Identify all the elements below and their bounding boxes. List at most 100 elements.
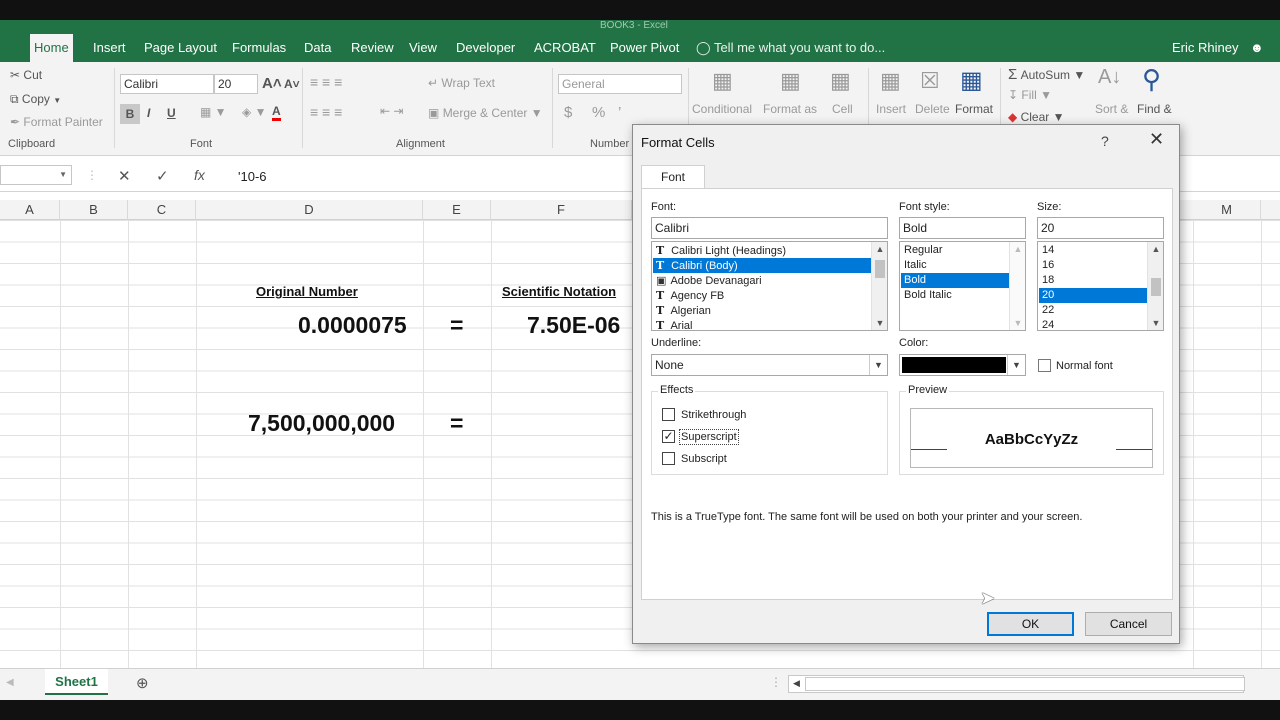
scroll-down-icon[interactable]: ▼	[872, 318, 887, 328]
scroll-down-icon[interactable]: ▼	[1010, 318, 1025, 328]
ok-button[interactable]: OK	[987, 612, 1074, 636]
cell-d-header[interactable]: Original Number	[256, 284, 358, 299]
align-left-icon[interactable]: ≡ ≡ ≡	[310, 104, 342, 120]
comma-button[interactable]: ’	[618, 104, 621, 121]
clear-button[interactable]: ◆ Clear ▼	[1008, 110, 1064, 124]
delete-cells-icon[interactable]: ☒	[920, 68, 940, 94]
font-list-item[interactable]: T Arial	[653, 318, 871, 330]
normal-font-checkbox[interactable]	[1038, 359, 1051, 372]
font-color-icon[interactable]: A	[272, 104, 281, 121]
borders-icon[interactable]: ▦ ▼	[200, 105, 227, 119]
conditional-formatting-button[interactable]: Conditional	[692, 102, 752, 116]
strikethrough-checkbox[interactable]	[662, 408, 675, 421]
font-style-input[interactable]: Bold	[899, 217, 1026, 239]
column-header-f[interactable]: F	[491, 200, 632, 220]
magnifier-icon[interactable]: ⚲	[1142, 64, 1161, 95]
font-list-item[interactable]: T Calibri Light (Headings)	[653, 243, 871, 258]
tab-power-pivot[interactable]: Power Pivot	[606, 34, 683, 62]
bold-button[interactable]: B	[120, 104, 140, 124]
font-name-box[interactable]: Calibri	[120, 74, 214, 94]
cut-button[interactable]: ✂ Cut	[10, 68, 42, 82]
font-list-scrollbar[interactable]: ▲ ▼	[871, 242, 887, 330]
italic-button[interactable]: I	[147, 106, 150, 120]
tab-developer[interactable]: Developer	[452, 34, 519, 62]
insert-cells-icon[interactable]: ▦	[880, 68, 901, 94]
splitter-icon[interactable]: ⋮	[770, 675, 782, 689]
style-list-item[interactable]: Bold Italic	[901, 288, 1009, 303]
scrollbar-thumb[interactable]	[875, 260, 885, 278]
style-list-item-selected[interactable]: Bold	[901, 273, 1009, 288]
font-style-list[interactable]: Regular Italic Bold Bold Italic ▲ ▼	[899, 241, 1026, 331]
tab-view[interactable]: View	[405, 34, 441, 62]
cell-f-scientific[interactable]: 7.50E-06	[527, 312, 620, 339]
tab-home[interactable]: Home	[30, 34, 73, 62]
wrap-text-button[interactable]: ↵ Wrap Text	[428, 76, 495, 90]
size-list-item[interactable]: 16	[1039, 258, 1147, 273]
tab-review[interactable]: Review	[347, 34, 398, 62]
column-header-m[interactable]: M	[1193, 200, 1261, 220]
indent-icon[interactable]: ⇤ ⇥	[380, 104, 403, 118]
insert-cells-button[interactable]: Insert	[876, 102, 906, 116]
cell-d-large-number[interactable]: 7,500,000,000	[248, 410, 395, 437]
tab-page-layout[interactable]: Page Layout	[140, 34, 221, 62]
format-painter-button[interactable]: ✒ Format Painter	[10, 115, 103, 129]
cell-e-equals-1[interactable]: =	[450, 312, 463, 339]
enter-entry-button[interactable]: ✓	[156, 167, 169, 185]
column-header-e[interactable]: E	[423, 200, 491, 220]
align-top-icon[interactable]: ≡ ≡ ≡	[310, 74, 342, 90]
format-as-table-icon[interactable]: ▦	[780, 68, 801, 94]
delete-cells-button[interactable]: Delete	[915, 102, 950, 116]
size-list[interactable]: 14 16 18 20 22 24 ▲ ▼	[1037, 241, 1164, 331]
column-header-b[interactable]: B	[60, 200, 128, 220]
size-list-item[interactable]: 22	[1039, 303, 1147, 318]
format-cells-button[interactable]: Format	[955, 102, 993, 116]
size-list-item-selected[interactable]: 20	[1039, 288, 1147, 303]
font-list-item[interactable]: T Agency FB	[653, 288, 871, 303]
sort-filter-icon[interactable]: A↓	[1098, 66, 1121, 89]
scroll-down-icon[interactable]: ▼	[1148, 318, 1163, 328]
tell-me-box[interactable]: ◯ Tell me what you want to do...	[696, 34, 885, 62]
help-button[interactable]: ?	[1101, 133, 1109, 149]
cell-f-header[interactable]: Scientific Notation	[502, 284, 616, 299]
scroll-left-icon[interactable]: ◀	[6, 677, 14, 688]
horizontal-scrollbar[interactable]: ◀	[788, 675, 1245, 693]
tab-formulas[interactable]: Formulas	[228, 34, 290, 62]
name-box[interactable]: ▼	[0, 165, 72, 185]
cancel-entry-button[interactable]: ✕	[118, 167, 131, 185]
tab-insert[interactable]: Insert	[89, 34, 130, 62]
font-size-box[interactable]: 20	[214, 74, 258, 94]
tab-acrobat[interactable]: ACROBAT	[530, 34, 600, 62]
add-sheet-icon[interactable]: ⊕	[136, 674, 149, 692]
share-button[interactable]: ☻ Sh	[1250, 34, 1280, 83]
size-list-item[interactable]: 14	[1039, 243, 1147, 258]
underline-select[interactable]: None ▼	[651, 354, 888, 376]
subscript-checkbox[interactable]	[662, 452, 675, 465]
scroll-up-icon[interactable]: ▲	[872, 244, 887, 254]
style-list-item[interactable]: Regular	[901, 243, 1009, 258]
merge-center-button[interactable]: ▣ Merge & Center ▼	[428, 106, 543, 120]
find-select-button[interactable]: Find &	[1137, 102, 1172, 116]
cell-e-equals-2[interactable]: =	[450, 410, 463, 437]
percent-button[interactable]: %	[592, 104, 605, 121]
autosum-button[interactable]: Σ AutoSum ▼	[1008, 66, 1085, 83]
formula-input[interactable]: '10-6	[238, 169, 267, 184]
superscript-checkbox[interactable]: ✓	[662, 430, 675, 443]
copy-button[interactable]: ⧉ Copy ▼	[10, 92, 61, 107]
font-list-item[interactable]: T Algerian	[653, 303, 871, 318]
user-name[interactable]: Eric Rhiney	[1172, 34, 1238, 62]
cancel-button[interactable]: Cancel	[1085, 612, 1172, 636]
scroll-left-arrow-icon[interactable]: ◀	[793, 678, 800, 689]
font-list[interactable]: T Calibri Light (Headings) T Calibri (Bo…	[651, 241, 888, 331]
column-header-d[interactable]: D	[196, 200, 423, 220]
format-cells-icon[interactable]: ▦	[960, 66, 983, 95]
sheet-tab-sheet1[interactable]: Sheet1	[45, 669, 108, 695]
cell-styles-icon[interactable]: ▦	[830, 68, 851, 94]
grow-font-icon[interactable]: A˄	[262, 75, 282, 92]
underline-button[interactable]: U	[167, 106, 176, 120]
font-list-item[interactable]: ▣ Adobe Devanagari	[653, 273, 871, 288]
font-list-item-selected[interactable]: T Calibri (Body)	[653, 258, 871, 273]
tab-font[interactable]: Font	[641, 165, 705, 189]
sort-filter-button[interactable]: Sort &	[1095, 102, 1128, 116]
insert-function-button[interactable]: fx	[194, 167, 205, 183]
tab-data[interactable]: Data	[300, 34, 335, 62]
